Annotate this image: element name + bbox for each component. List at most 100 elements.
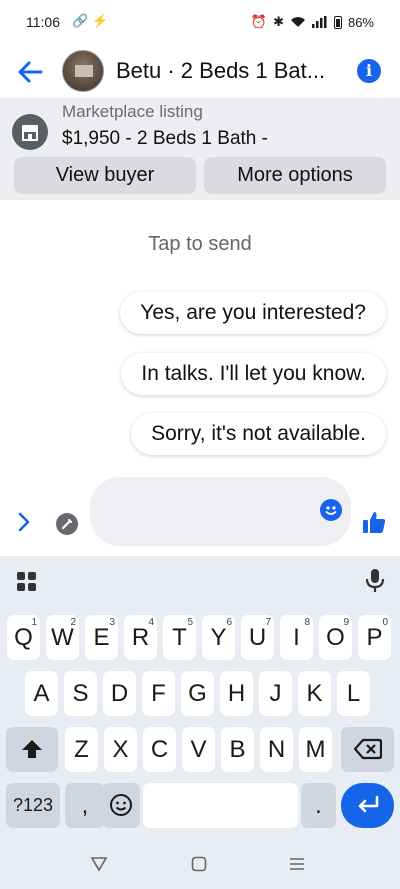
key-j[interactable]: J <box>259 671 292 716</box>
thumbs-up-icon[interactable] <box>361 509 387 535</box>
microphone-icon[interactable] <box>364 568 386 594</box>
key-i-number-hint: 8 <box>304 617 310 628</box>
alarm-icon: ⏰ <box>250 14 268 29</box>
chevron-right-icon[interactable] <box>12 510 36 534</box>
key-w[interactable]: W2 <box>46 615 79 660</box>
key-b-label: B <box>229 736 246 763</box>
key-d[interactable]: D <box>103 671 136 716</box>
battery-level: 86% <box>347 14 374 30</box>
key-q[interactable]: Q1 <box>7 615 40 660</box>
battery-icon <box>333 15 342 29</box>
key-p-label: P <box>366 624 383 651</box>
back-nav-icon[interactable] <box>90 856 108 872</box>
listing-title[interactable]: $1,950 - 2 Beds 1 Bath - <box>62 128 268 150</box>
key-u-number-hint: 7 <box>265 617 271 628</box>
wifi-icon <box>290 17 305 27</box>
key-g[interactable]: G <box>181 671 214 716</box>
key-o[interactable]: O9 <box>319 615 352 660</box>
status-right: ⏰ ✱ 86% <box>251 14 374 30</box>
key-f[interactable]: F <box>142 671 175 716</box>
key-o-label: O <box>326 624 345 651</box>
quick-reply[interactable]: Yes, are you interested? <box>120 292 386 334</box>
key-e-label: E <box>93 624 110 651</box>
key-l-label: L <box>346 680 361 707</box>
key-q-label: Q <box>14 624 33 651</box>
key-k[interactable]: K <box>298 671 331 716</box>
key-w-number-hint: 2 <box>70 617 76 628</box>
message-input[interactable] <box>90 477 351 546</box>
key-h[interactable]: H <box>220 671 253 716</box>
listing-label: Marketplace listing <box>62 102 203 121</box>
enter-key[interactable] <box>341 783 394 828</box>
key-a[interactable]: A <box>25 671 58 716</box>
key-m-label: M <box>305 736 326 763</box>
key-h-label: H <box>227 680 246 707</box>
backspace-key[interactable] <box>341 727 394 772</box>
key-m[interactable]: M <box>299 727 332 772</box>
marketplace-shop-icon <box>12 114 48 150</box>
key-b[interactable]: B <box>221 727 254 772</box>
key-a-label: A <box>33 680 50 707</box>
key-f-label: F <box>151 680 166 707</box>
key-v[interactable]: V <box>182 727 215 772</box>
key-n[interactable]: N <box>260 727 293 772</box>
key-p-number-hint: 0 <box>382 617 388 628</box>
key-u-label: U <box>248 624 267 651</box>
key-k-label: K <box>306 680 323 707</box>
quick-reply[interactable]: In talks. I'll let you know. <box>121 353 386 395</box>
key-r-label: R <box>131 624 150 651</box>
key-z-label: Z <box>74 736 89 763</box>
key-d-label: D <box>110 680 129 707</box>
shift-icon <box>22 740 42 758</box>
key-v-label: V <box>190 736 207 763</box>
key-p[interactable]: P0 <box>358 615 391 660</box>
key-s-label: S <box>72 680 89 707</box>
period-key[interactable]: . <box>301 783 336 828</box>
shift-key[interactable] <box>6 727 58 772</box>
home-nav-icon[interactable] <box>191 856 207 872</box>
key-c-label: C <box>150 736 169 763</box>
key-r-number-hint: 4 <box>148 617 154 628</box>
key-t-number-hint: 5 <box>187 617 193 628</box>
quick-reply[interactable]: Sorry, it's not available. <box>131 413 386 455</box>
more-options-button[interactable]: More options <box>204 157 386 194</box>
key-o-number-hint: 9 <box>343 617 349 628</box>
key-z[interactable]: Z <box>65 727 98 772</box>
key-y[interactable]: Y6 <box>202 615 235 660</box>
enter-icon <box>358 795 378 813</box>
key-i[interactable]: I8 <box>280 615 313 660</box>
keyboard <box>0 556 400 889</box>
key-l[interactable]: L <box>337 671 370 716</box>
key-y-number-hint: 6 <box>226 617 232 628</box>
key-x-label: X <box>112 736 129 763</box>
emoji-icon[interactable] <box>320 499 342 521</box>
info-icon[interactable]: i <box>357 59 381 83</box>
key-e-number-hint: 3 <box>109 617 115 628</box>
symbols-key[interactable]: ?123 <box>6 783 60 828</box>
back-arrow-icon[interactable] <box>14 56 46 88</box>
key-e[interactable]: E3 <box>85 615 118 660</box>
pencil-icon[interactable] <box>56 513 78 535</box>
key-g-label: G <box>188 680 207 707</box>
key-i-label: I <box>293 624 300 651</box>
conversation-title[interactable]: Betu · 2 Beds 1 Bat... <box>116 58 346 84</box>
backspace-icon <box>353 738 382 760</box>
key-u[interactable]: U7 <box>241 615 274 660</box>
status-time: 11:06 <box>26 14 60 30</box>
avatar[interactable] <box>62 50 104 92</box>
apps-grid-icon[interactable] <box>16 571 38 593</box>
space-key[interactable] <box>143 783 298 828</box>
key-x[interactable]: X <box>104 727 137 772</box>
status-bar: 11:06 🔗⚡ ⏰ ✱ 86% <box>0 0 400 46</box>
bluetooth-icon: ✱ <box>273 14 284 29</box>
key-w-label: W <box>51 624 74 651</box>
key-t[interactable]: T5 <box>163 615 196 660</box>
tap-to-send-hint: Tap to send <box>148 233 252 255</box>
key-r[interactable]: R4 <box>124 615 157 660</box>
key-s[interactable]: S <box>64 671 97 716</box>
key-c[interactable]: C <box>143 727 176 772</box>
recents-nav-icon[interactable] <box>289 856 305 872</box>
emoji-key[interactable] <box>102 783 140 828</box>
view-buyer-button[interactable]: View buyer <box>14 157 196 194</box>
comma-key[interactable]: , <box>65 783 105 828</box>
